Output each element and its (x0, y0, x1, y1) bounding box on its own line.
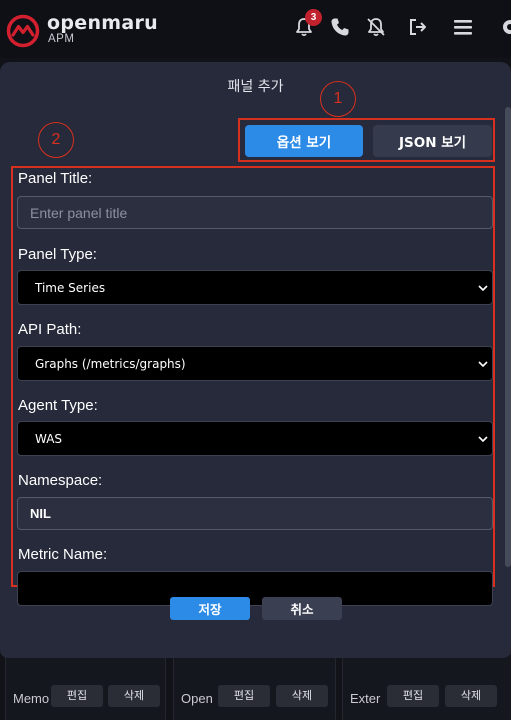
options-view-tab[interactable]: 옵션 보기 (245, 125, 363, 157)
json-view-tab[interactable]: JSON 보기 (373, 125, 492, 157)
panel-type-label: Panel Type: (18, 246, 97, 263)
modal-title: 패널 추가 (227, 79, 284, 95)
edit-panel-button[interactable]: 편집 (387, 685, 439, 707)
brand-name: openmaru (47, 12, 158, 34)
delete-panel-button[interactable]: 삭제 (445, 685, 497, 707)
agent-type-label: Agent Type: (18, 397, 98, 414)
annotation-marker-2: 2 (38, 122, 74, 158)
logout-icon[interactable] (406, 15, 430, 39)
cancel-button[interactable]: 취소 (262, 597, 342, 620)
chevron-down-icon (478, 285, 488, 292)
phone-icon[interactable] (328, 15, 352, 39)
delete-panel-button[interactable]: 삭제 (108, 685, 160, 707)
delete-panel-button[interactable]: 삭제 (276, 685, 328, 707)
panel-title-input[interactable] (17, 196, 493, 229)
agent-type-selected-value: WAS (35, 432, 63, 446)
api-path-select[interactable]: Graphs (/metrics/graphs) (17, 346, 493, 381)
edit-panel-button[interactable]: 편집 (218, 685, 270, 707)
panel-type-select[interactable]: Time Series (17, 270, 493, 305)
dashboard-panel-card: Open 편집 삭제 (173, 652, 336, 720)
namespace-label: Namespace: (18, 472, 103, 489)
settings-gear-icon[interactable] (498, 15, 511, 39)
panel-type-selected-value: Time Series (35, 281, 106, 295)
openmaru-logo[interactable] (6, 14, 40, 48)
dashboard-panel-card: Memo 편집 삭제 (5, 652, 166, 720)
namespace-input[interactable] (17, 497, 493, 530)
notification-count-badge: 3 (305, 9, 322, 26)
panel-title-label: Panel Title: (18, 170, 93, 187)
dashboard-panel-card: Exter 편집 삭제 (342, 652, 511, 720)
agent-type-select[interactable]: WAS (17, 421, 493, 456)
chevron-down-icon (478, 436, 488, 443)
modal-scrollbar[interactable] (505, 107, 511, 567)
api-path-selected-value: Graphs (/metrics/graphs) (35, 357, 186, 371)
brand-subtitle: APM (48, 33, 75, 45)
annotation-marker-1: 1 (320, 81, 356, 117)
api-path-label: API Path: (18, 321, 82, 338)
metric-name-label: Metric Name: (18, 546, 108, 563)
app-screen: openmaru APM 3 Memo 편집 삭제 Open 편집 삭제 Ext… (0, 0, 511, 720)
hamburger-menu-icon[interactable] (451, 15, 475, 39)
top-header: openmaru APM 3 (0, 0, 511, 58)
chevron-down-icon (478, 361, 488, 368)
save-button[interactable]: 저장 (170, 597, 250, 620)
edit-panel-button[interactable]: 편집 (51, 685, 103, 707)
add-panel-modal: 패널 추가 1 옵션 보기 JSON 보기 2 Panel Title: Pan… (0, 62, 511, 658)
metric-name-select[interactable] (17, 571, 493, 606)
bell-off-icon[interactable] (364, 15, 388, 39)
